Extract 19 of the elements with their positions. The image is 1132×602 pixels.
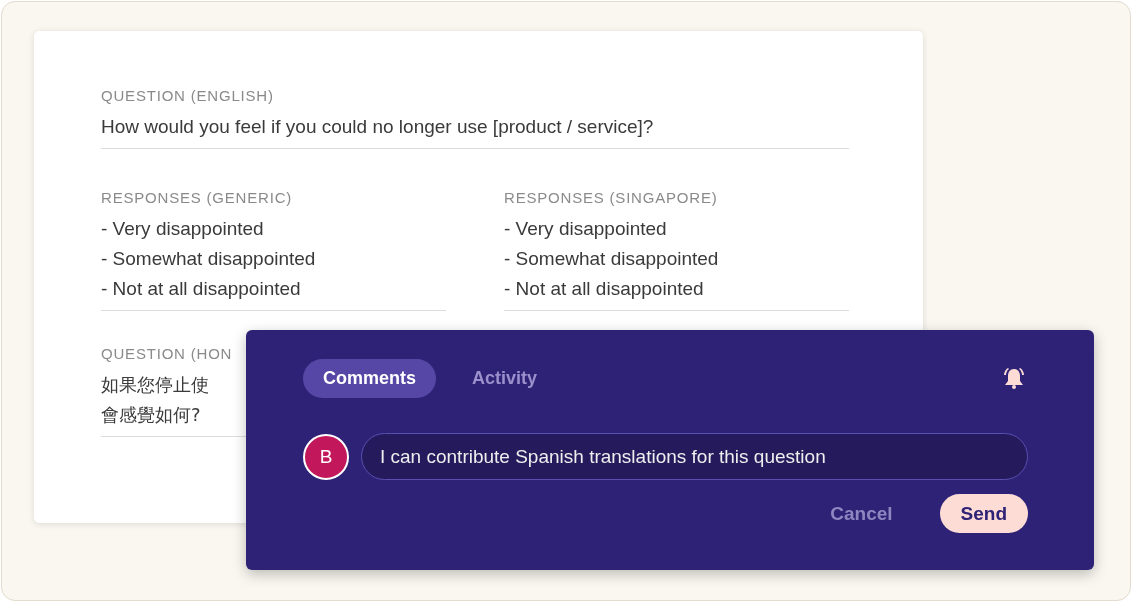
text-line: - Not at all disappointed <box>504 277 704 301</box>
section-label: RESPONSES (GENERIC) <box>101 189 293 206</box>
text-line: - Somewhat disappointed <box>101 247 316 271</box>
section-label: QUESTION (HON <box>101 345 233 362</box>
section-label: RESPONSES (SINGAPORE) <box>504 189 718 206</box>
text-line: - Very disappointed <box>504 217 667 241</box>
question-text: 會感覺如何? <box>101 403 201 427</box>
send-button[interactable]: Send <box>939 494 1028 533</box>
text-line: - Somewhat disappointed <box>504 247 719 271</box>
text-line: - Very disappointed <box>101 217 264 241</box>
tab[interactable]: Comments <box>303 359 436 398</box>
cancel-button[interactable]: Cancel <box>809 494 914 533</box>
section-label: QUESTION (ENGLISH) <box>101 87 274 104</box>
text-line: - Not at all disappointed <box>101 277 301 301</box>
question-text: 如果您停止使 <box>101 373 209 397</box>
text-line: How would you feel if you could no longer use [product / service]? <box>101 115 654 139</box>
comment-input[interactable]: I can contribute Spanish translations for this question <box>361 433 1028 480</box>
avatar: B <box>303 433 349 480</box>
tab[interactable]: Activity <box>452 359 558 398</box>
